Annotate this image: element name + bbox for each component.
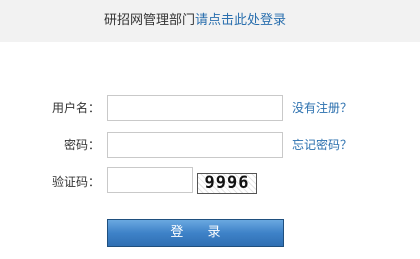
password-label: 密码： [63,138,100,152]
login-button[interactable]: 登 录 [107,219,284,247]
password-input[interactable] [107,132,283,158]
header-text: 研招网管理部门请点击此处登录 [104,13,286,29]
captcha-label: 验证码： [51,175,100,189]
captcha-image[interactable]: 9996 [197,173,257,194]
header-prefix: 研招网管理部门 [104,13,196,28]
captcha-code: 9996 [204,173,250,193]
captcha-input[interactable] [107,167,193,193]
register-link[interactable]: 没有注册？ [292,100,352,116]
header-bar: 研招网管理部门请点击此处登录 [0,0,420,42]
username-label: 用户名： [51,101,100,115]
username-input[interactable] [107,95,283,121]
forgot-password-link[interactable]: 忘记密码？ [292,137,352,153]
header-login-link[interactable]: 请点击此处登录 [195,13,286,28]
